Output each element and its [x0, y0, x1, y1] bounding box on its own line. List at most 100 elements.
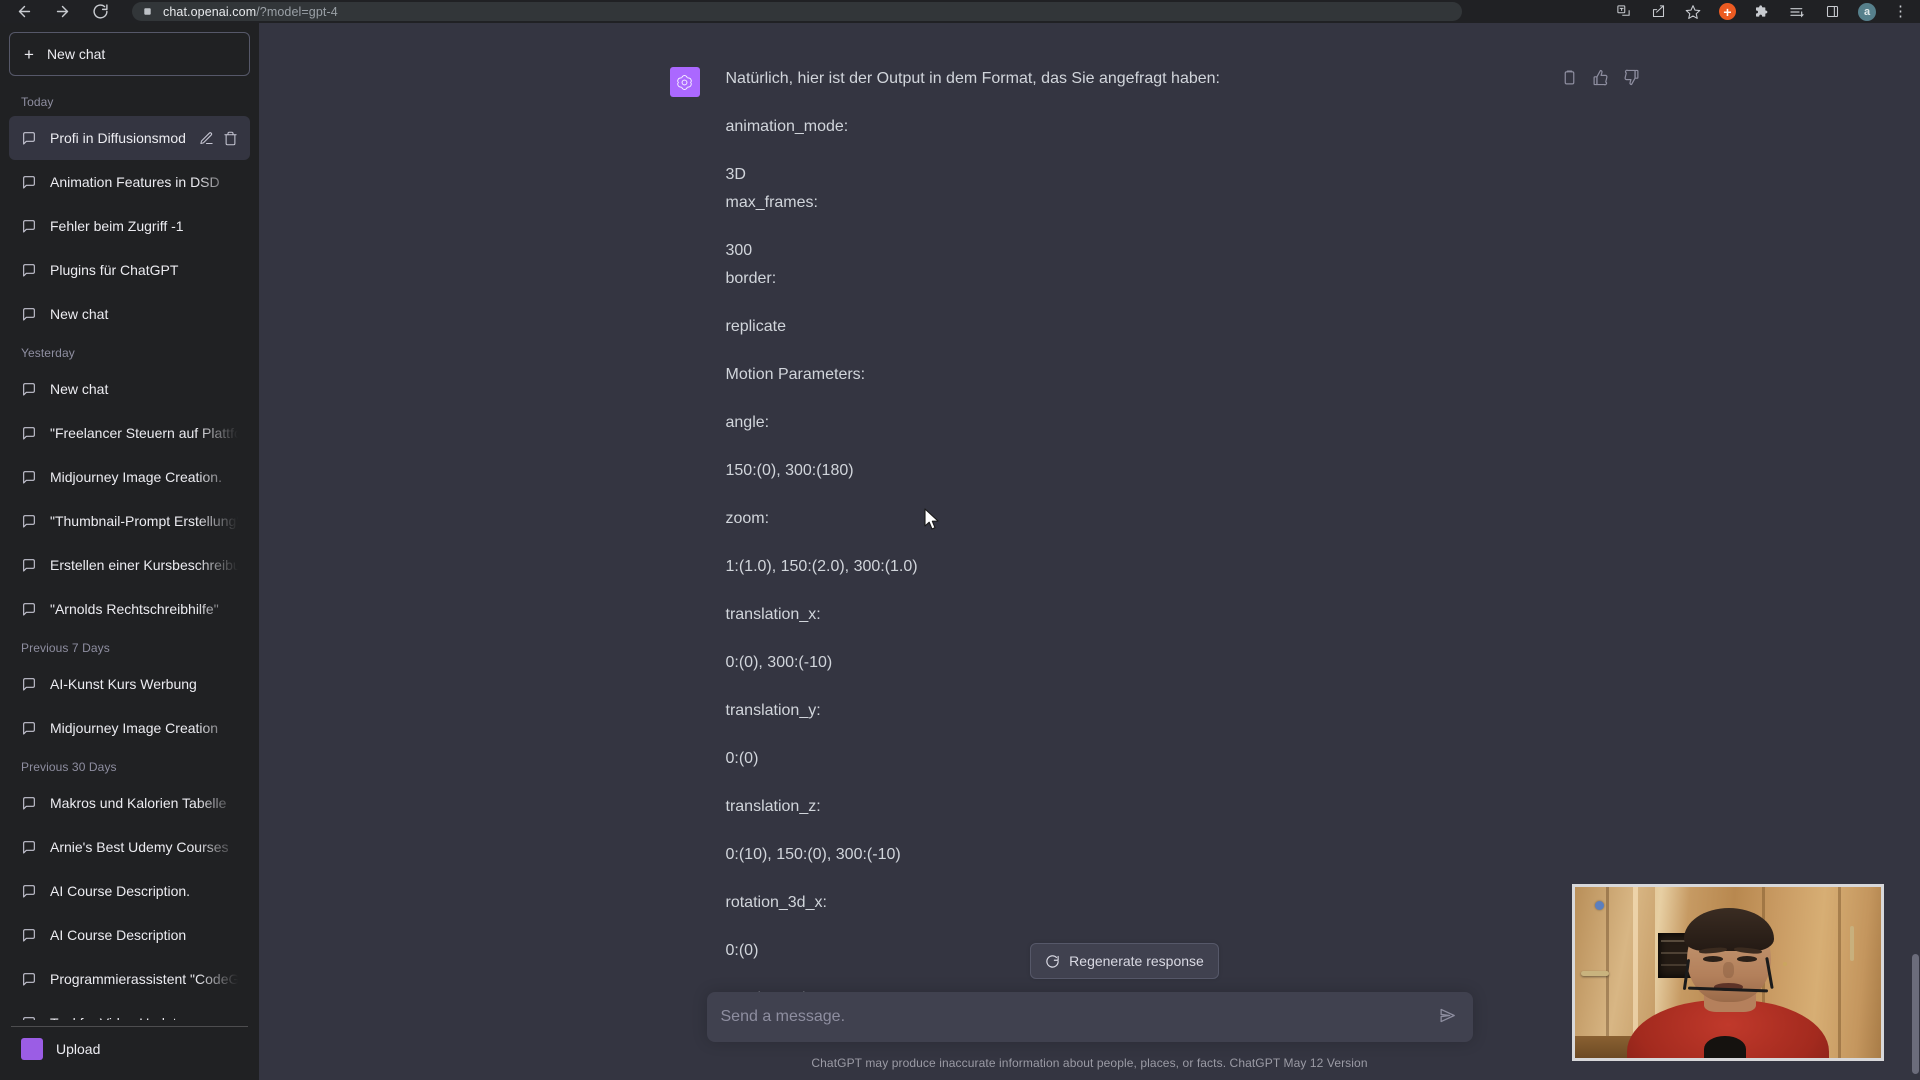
message-paragraph: 1:(1.0), 150:(2.0), 300:(1.0): [725, 558, 918, 575]
sidebar-item-conversation[interactable]: AI Course Description.: [9, 869, 250, 913]
sidebar: + New chat Today Profi in Diffusionsmode A…: [0, 23, 259, 1080]
bookmark-star-icon[interactable]: [1684, 3, 1702, 21]
sidebar-item-conversation[interactable]: Profi in Diffusionsmode: [9, 116, 250, 160]
sidebar-section-label: Today: [21, 95, 54, 109]
extension-orange-icon[interactable]: +: [1719, 3, 1736, 20]
account-label: Upload: [56, 1041, 101, 1057]
message-paragraph: Natürlich, hier ist der Output in dem Fo…: [725, 70, 1220, 87]
conversation-title: AI Course Description: [50, 927, 187, 943]
new-chat-button[interactable]: + New chat: [9, 32, 250, 76]
conversation-title: Programmierassistent "CodeGPT": [50, 971, 238, 987]
url-host: chat.openai.com: [163, 4, 257, 19]
sidebar-item-conversation[interactable]: New chat: [9, 292, 250, 336]
conversation-title: "Freelancer Steuern auf Plattformen": [50, 425, 238, 441]
plus-icon: +: [24, 44, 34, 64]
message-paragraph: Motion Parameters:: [725, 366, 866, 383]
sidebar-item-conversation[interactable]: Makros und Kalorien Tabelle: [9, 781, 250, 825]
sidebar-item-conversation[interactable]: AI Course Description: [9, 913, 250, 957]
conversation-title: Erstellen einer Kursbeschreibung: [50, 557, 238, 573]
message-paragraph: 300 border:: [725, 242, 777, 287]
sidebar-item-conversation[interactable]: AI-Kunst Kurs Werbung: [9, 662, 250, 706]
message-paragraph: translation_y:: [725, 702, 821, 719]
chat-bubble-icon: [21, 306, 37, 322]
refresh-icon: [1045, 954, 1060, 969]
conversation-title: AI-Kunst Kurs Werbung: [50, 676, 197, 692]
conversation-title: "Thumbnail-Prompt Erstellung": [50, 513, 238, 529]
reading-list-icon[interactable]: [1788, 3, 1806, 21]
conversation-title: New chat: [50, 381, 109, 397]
openai-logo-icon: [669, 67, 700, 97]
thread-scrollbar[interactable]: [1911, 23, 1920, 1080]
chat-bubble-icon: [21, 676, 37, 692]
kebab-menu-icon[interactable]: ⋮: [1893, 4, 1908, 19]
conversation-title: Fehler beim Zugriff -1: [50, 218, 184, 234]
chat-bubble-icon: [21, 469, 37, 485]
chat-bubble-icon: [21, 1015, 37, 1020]
browser-nav-controls: [0, 2, 110, 22]
conversation-title: Animation Features in DSD: [50, 174, 220, 190]
reload-icon[interactable]: [90, 2, 110, 22]
sidebar-section-label: Previous 7 Days: [21, 641, 110, 655]
chat-bubble-icon: [21, 130, 37, 146]
message-paragraph: rotation_3d_x:: [725, 894, 827, 911]
message-paragraph: zoom:: [725, 510, 770, 527]
puzzle-extension-icon[interactable]: [1753, 3, 1771, 21]
chat-bubble-icon: [21, 425, 37, 441]
copy-icon[interactable]: [1561, 69, 1578, 86]
side-panel-icon[interactable]: [1823, 3, 1841, 21]
conversation-title: Plugins für ChatGPT: [50, 262, 179, 278]
sidebar-item-conversation[interactable]: Midjourney Image Creation: [9, 706, 250, 750]
back-arrow-icon[interactable]: [14, 2, 34, 22]
sidebar-item-conversation[interactable]: Tool for Video Updates.: [9, 1001, 250, 1020]
conversation-title: Midjourney Image Creation: [50, 720, 219, 736]
sidebar-item-conversation[interactable]: New chat: [9, 367, 250, 411]
forward-arrow-icon[interactable]: [52, 2, 72, 22]
pencil-edit-icon[interactable]: [199, 131, 214, 146]
chat-bubble-icon: [21, 262, 37, 278]
conversation-actions: [199, 131, 238, 146]
sidebar-item-conversation[interactable]: Animation Features in DSD: [9, 160, 250, 204]
sidebar-item-conversation[interactable]: "Arnolds Rechtschreibhilfe": [9, 587, 250, 631]
avatar: [21, 1038, 43, 1060]
send-paper-plane-icon[interactable]: [1439, 1007, 1459, 1027]
sidebar-section-label: Previous 30 Days: [21, 760, 117, 774]
conversation-title: Midjourney Image Creation.: [50, 469, 222, 485]
sidebar-footer: Upload: [9, 1027, 250, 1071]
message-paragraph: animation_mode:: [725, 118, 849, 135]
conversation-title: Makros und Kalorien Tabelle: [50, 795, 227, 811]
webcam-video-overlay[interactable]: [1572, 884, 1884, 1061]
message-composer[interactable]: [706, 992, 1473, 1042]
sidebar-item-conversation[interactable]: "Thumbnail-Prompt Erstellung": [9, 499, 250, 543]
sidebar-item-conversation[interactable]: Arnie's Best Udemy Courses: [9, 825, 250, 869]
trash-delete-icon[interactable]: [223, 131, 238, 146]
message-paragraph: 0:(0): [725, 750, 759, 767]
share-icon[interactable]: [1649, 3, 1667, 21]
sidebar-item-conversation[interactable]: Erstellen einer Kursbeschreibung: [9, 543, 250, 587]
message-paragraph: 3D max_frames:: [725, 166, 818, 211]
site-info-icon[interactable]: [142, 6, 154, 17]
thumbs-down-icon[interactable]: [1623, 69, 1640, 86]
profile-avatar[interactable]: a: [1858, 2, 1876, 21]
chat-bubble-icon: [21, 218, 37, 234]
webcam-scene: [1575, 887, 1881, 1058]
sidebar-item-conversation[interactable]: "Freelancer Steuern auf Plattformen": [9, 411, 250, 455]
chat-bubble-icon: [21, 513, 37, 529]
sidebar-item-conversation[interactable]: Midjourney Image Creation.: [9, 455, 250, 499]
account-row[interactable]: Upload: [9, 1027, 250, 1071]
conversation-title: Arnie's Best Udemy Courses: [50, 839, 229, 855]
sidebar-section-label: Yesterday: [21, 346, 75, 360]
chat-bubble-icon: [21, 557, 37, 573]
thumbs-up-icon[interactable]: [1592, 69, 1609, 86]
browser-toolbar-icons: + a ⋮: [1614, 2, 1920, 21]
chat-bubble-icon: [21, 839, 37, 855]
sidebar-item-conversation[interactable]: Plugins für ChatGPT: [9, 248, 250, 292]
sidebar-item-conversation[interactable]: Fehler beim Zugriff -1: [9, 204, 250, 248]
message-input[interactable]: [720, 1008, 1439, 1026]
regenerate-response-button[interactable]: Regenerate response: [1030, 943, 1219, 979]
conversation-list[interactable]: Today Profi in Diffusionsmode Animation Fe…: [9, 85, 250, 1020]
sidebar-item-conversation[interactable]: Programmierassistent "CodeGPT": [9, 957, 250, 1001]
chat-bubble-icon: [21, 795, 37, 811]
message-paragraph: translation_x:: [725, 606, 821, 623]
translate-icon[interactable]: [1614, 3, 1632, 21]
address-bar[interactable]: chat.openai.com/?model=gpt-4: [132, 2, 1462, 21]
